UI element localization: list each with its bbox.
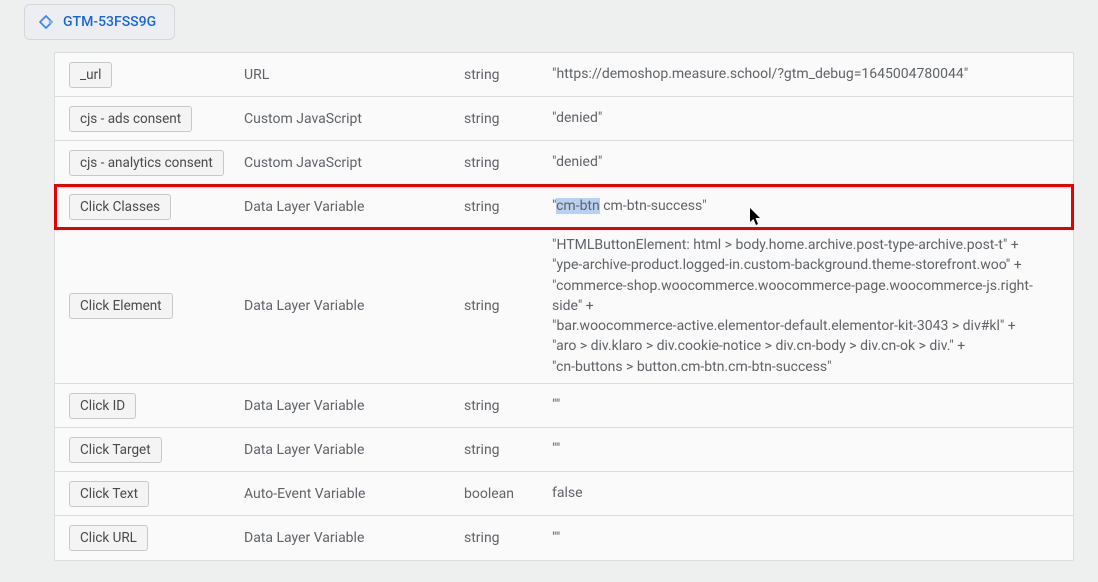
value-line: "aro > div.klaro > div.cookie-notice > d… xyxy=(552,336,1053,356)
variable-value-cell: "denied" xyxy=(552,152,1059,172)
value-text: cm-btn-success" xyxy=(600,198,707,214)
variable-name-button[interactable]: Click URL xyxy=(69,525,148,551)
value-text-highlighted: cm-btn xyxy=(556,198,600,214)
table-row: Click URL Data Layer Variable string "" xyxy=(55,516,1073,560)
variable-value-type-cell: string xyxy=(464,442,552,458)
variable-value-cell: "" xyxy=(552,528,1059,548)
variable-type-cell: Custom JavaScript xyxy=(244,155,464,171)
variable-value-type-cell: string xyxy=(464,67,552,83)
tab-bar: GTM-53FSS9G xyxy=(0,0,1098,40)
variable-name-button[interactable]: cjs - analytics consent xyxy=(69,150,224,176)
variable-name-cell: Click URL xyxy=(69,525,244,551)
table-row: cjs - analytics consent Custom JavaScrip… xyxy=(55,141,1073,185)
gtm-tag-icon xyxy=(37,13,55,31)
variable-value-type-cell: string xyxy=(464,298,552,314)
variable-type-cell: URL xyxy=(244,67,464,83)
variable-type-cell: Data Layer Variable xyxy=(244,442,464,458)
tab-label: GTM-53FSS9G xyxy=(63,14,156,30)
variable-type-cell: Custom JavaScript xyxy=(244,111,464,127)
variable-name-cell: cjs - analytics consent xyxy=(69,150,244,176)
variable-value-type-cell: string xyxy=(464,530,552,546)
variables-panel: _url URL string "https://demoshop.measur… xyxy=(0,40,1098,561)
variable-value-cell: "denied" xyxy=(552,108,1059,128)
value-line: "bar.woocommerce-active.elementor-defaul… xyxy=(552,316,1053,336)
variable-name-button[interactable]: Click Target xyxy=(69,437,162,463)
variable-value-cell: "HTMLButtonElement: html > body.home.arc… xyxy=(552,235,1059,377)
variable-value-cell: "cm-btn cm-btn-success" xyxy=(552,196,1059,216)
value-line: "commerce-shop.woocommerce.woocommerce-p… xyxy=(552,276,1053,317)
variable-value-type-cell: string xyxy=(464,155,552,171)
variable-name-cell: Click Text xyxy=(69,481,244,507)
variables-table: _url URL string "https://demoshop.measur… xyxy=(54,52,1074,561)
variable-name-cell: _url xyxy=(69,62,244,88)
variable-value-type-cell: string xyxy=(464,398,552,414)
variable-name-cell: Click Target xyxy=(69,437,244,463)
variable-name-button[interactable]: _url xyxy=(69,62,112,88)
variable-value-type-cell: string xyxy=(464,111,552,127)
variable-name-cell: Click ID xyxy=(69,393,244,419)
variable-type-cell: Data Layer Variable xyxy=(244,530,464,546)
table-row: _url URL string "https://demoshop.measur… xyxy=(55,53,1073,97)
table-row: cjs - ads consent Custom JavaScript stri… xyxy=(55,97,1073,141)
value-line: "ype-archive-product.logged-in.custom-ba… xyxy=(552,255,1053,275)
tab-gtm-container[interactable]: GTM-53FSS9G xyxy=(24,4,175,40)
variable-type-cell: Auto-Event Variable xyxy=(244,486,464,502)
value-line: "HTMLButtonElement: html > body.home.arc… xyxy=(552,235,1053,255)
variable-name-button[interactable]: Click ID xyxy=(69,393,136,419)
variable-type-cell: Data Layer Variable xyxy=(244,199,464,215)
variable-name-cell: cjs - ads consent xyxy=(69,106,244,132)
variable-type-cell: Data Layer Variable xyxy=(244,298,464,314)
variable-value-type-cell: boolean xyxy=(464,486,552,502)
table-row-highlighted: Click Classes Data Layer Variable string… xyxy=(55,185,1073,229)
variable-name-button[interactable]: Click Text xyxy=(69,481,149,507)
variable-name-button[interactable]: Click Element xyxy=(69,293,173,319)
variable-value-cell: "" xyxy=(552,439,1059,459)
table-row: Click Element Data Layer Variable string… xyxy=(55,229,1073,384)
variable-value-cell: "" xyxy=(552,395,1059,415)
variable-name-button[interactable]: cjs - ads consent xyxy=(69,106,192,132)
table-row: Click Text Auto-Event Variable boolean f… xyxy=(55,472,1073,516)
variable-value-cell: "https://demoshop.measure.school/?gtm_de… xyxy=(552,64,1059,84)
table-row: Click ID Data Layer Variable string "" xyxy=(55,384,1073,428)
variable-name-button[interactable]: Click Classes xyxy=(69,194,171,220)
variable-name-cell: Click Classes xyxy=(69,194,244,220)
variable-type-cell: Data Layer Variable xyxy=(244,398,464,414)
table-row: Click Target Data Layer Variable string … xyxy=(55,428,1073,472)
value-line: "cn-buttons > button.cm-btn.cm-btn-succe… xyxy=(552,357,1053,377)
variable-value-cell: false xyxy=(552,483,1059,503)
variable-value-type-cell: string xyxy=(464,199,552,215)
variable-name-cell: Click Element xyxy=(69,293,244,319)
